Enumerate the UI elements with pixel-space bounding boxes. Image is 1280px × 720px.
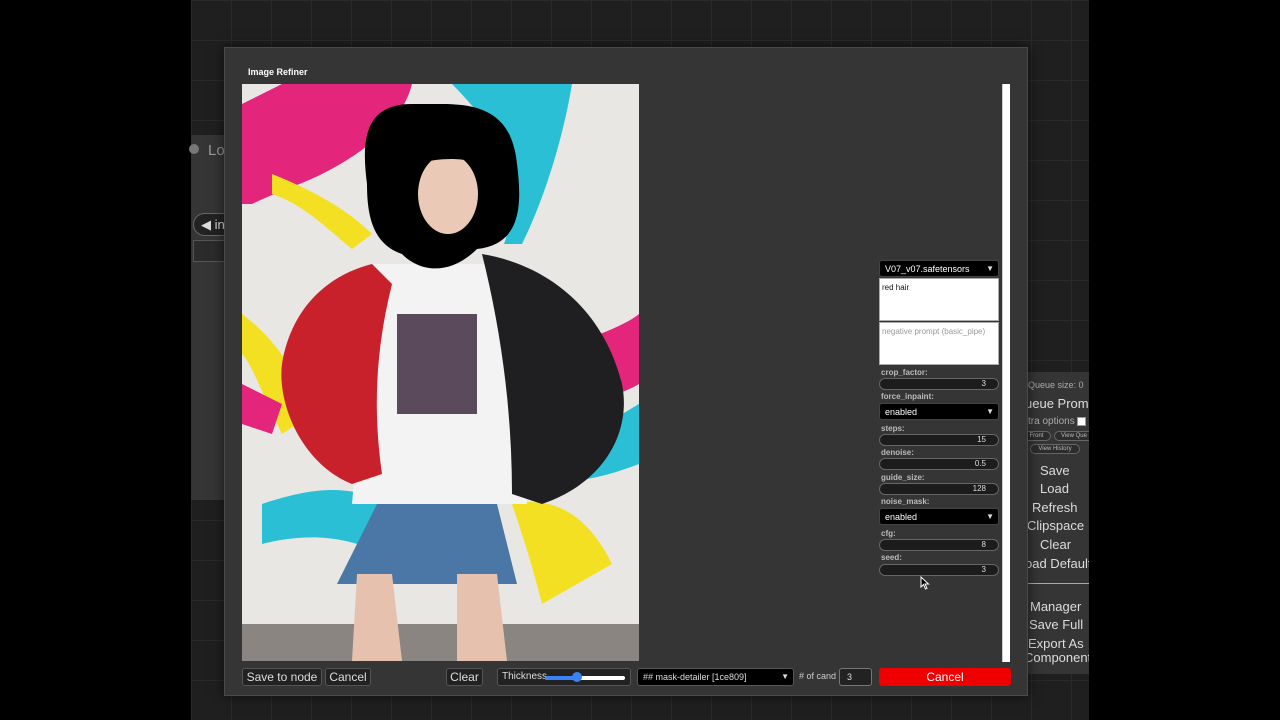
side-menu-panel: Queue size: 0 ueue Promp tra options Fro…: [1022, 372, 1089, 674]
app-root: Lo ◀ in Queue size: 0 ueue Promp tra opt…: [0, 0, 1280, 720]
seed-input[interactable]: 3: [879, 564, 999, 576]
queue-size-text: Queue size: 0: [1028, 380, 1084, 390]
node-collapse-dot[interactable]: [189, 144, 199, 154]
detailer-select[interactable]: ## mask-detailer [1ce809] ▼: [637, 668, 794, 686]
preview-artwork: [242, 84, 639, 661]
clear-mask-button[interactable]: Clear: [446, 668, 483, 686]
queue-prompt-button[interactable]: ueue Promp: [1025, 396, 1089, 411]
background-node-title: Lo: [208, 142, 225, 159]
guide-size-label: guide_size:: [881, 473, 925, 482]
chevron-down-icon: ▼: [781, 672, 789, 681]
steps-label: steps:: [881, 424, 905, 433]
detailer-select-value: ## mask-detailer [1ce809]: [643, 672, 747, 682]
force-inpaint-label: force_inpaint:: [881, 392, 934, 401]
denoise-label: denoise:: [881, 448, 914, 457]
chevron-down-icon: ▼: [986, 407, 994, 416]
image-refiner-dialog: Image Refiner V07_v07.safetensors ▼ red …: [224, 47, 1028, 696]
noise-mask-label: noise_mask:: [881, 497, 930, 506]
steps-input[interactable]: 15: [879, 434, 999, 446]
load-default-button[interactable]: oad Default: [1025, 556, 1089, 573]
negative-prompt-textarea[interactable]: negative prompt (basic_pipe): [879, 322, 999, 365]
noise-mask-value: enabled: [885, 512, 918, 522]
cfg-input[interactable]: 8: [879, 539, 999, 551]
candidates-input[interactable]: 3: [839, 668, 872, 686]
thickness-label: Thickness: [502, 671, 548, 682]
checkpoint-select[interactable]: V07_v07.safetensors ▼: [879, 260, 999, 277]
guide-size-input[interactable]: 128: [879, 483, 999, 495]
thickness-slider[interactable]: [545, 672, 625, 682]
save-to-node-button[interactable]: Save to node: [242, 668, 322, 686]
save-full-button[interactable]: Save Full: [1029, 617, 1089, 634]
cancel-generation-button[interactable]: Cancel: [879, 668, 1011, 686]
load-button[interactable]: Load: [1040, 481, 1089, 498]
chevron-down-icon: ▼: [986, 512, 994, 521]
checkpoint-select-value: V07_v07.safetensors: [885, 264, 970, 274]
view-queue-button[interactable]: View Que: [1054, 431, 1089, 441]
view-history-button[interactable]: View History: [1030, 444, 1080, 454]
extra-options-checkbox[interactable]: [1077, 417, 1086, 426]
force-inpaint-value: enabled: [885, 407, 918, 417]
thickness-control: Thickness: [497, 668, 631, 686]
manager-button[interactable]: Manager: [1030, 599, 1089, 616]
menu-divider: [1026, 583, 1089, 584]
thickness-slider-thumb[interactable]: [572, 672, 582, 682]
seed-label: seed:: [881, 553, 902, 562]
mouse-cursor-icon: [920, 576, 930, 590]
export-as-component-button-line2[interactable]: Component: [1024, 650, 1089, 667]
candidates-label: # of cand: [799, 671, 837, 681]
save-button[interactable]: Save: [1040, 463, 1089, 480]
dialog-title: Image Refiner: [248, 67, 308, 77]
image-preview[interactable]: [242, 84, 639, 661]
chevron-down-icon: ▼: [986, 264, 994, 273]
positive-prompt-textarea[interactable]: red hair: [879, 278, 999, 321]
refresh-button[interactable]: Refresh: [1032, 500, 1089, 517]
vertical-scrollbar[interactable]: [1002, 84, 1010, 662]
clear-workflow-button[interactable]: Clear: [1040, 537, 1089, 554]
force-inpaint-select[interactable]: enabled ▼: [879, 403, 999, 420]
noise-mask-select[interactable]: enabled ▼: [879, 508, 999, 525]
clipspace-button[interactable]: Clipspace: [1027, 518, 1089, 535]
cfg-label: cfg:: [881, 529, 896, 538]
crop-factor-input[interactable]: 3: [879, 378, 999, 390]
denoise-input[interactable]: 0.5: [879, 458, 999, 470]
cancel-button[interactable]: Cancel: [325, 668, 371, 686]
crop-factor-label: crop_factor:: [881, 368, 928, 377]
